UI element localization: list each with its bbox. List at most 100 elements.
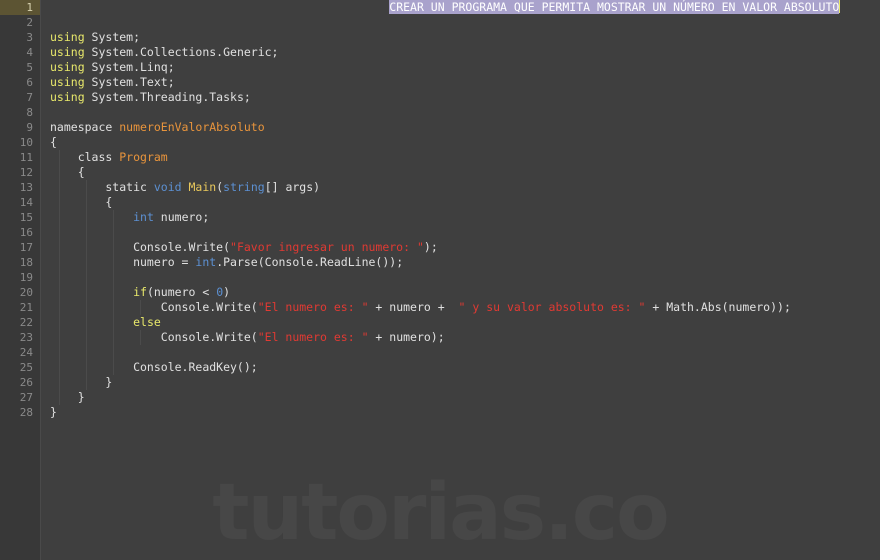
code-line-text: { — [50, 195, 112, 209]
code-line[interactable]: numero = int.Parse(Console.ReadLine()); — [41, 255, 880, 270]
code-token: "El numero es: " — [257, 300, 369, 314]
line-number[interactable]: 3 — [0, 30, 40, 45]
code-token: { — [50, 195, 113, 209]
code-token: System.Collections.Generic; — [84, 45, 279, 59]
code-line[interactable]: using System.Text; — [41, 75, 880, 90]
code-line-text: { — [50, 165, 85, 179]
code-line[interactable]: CREAR UN PROGRAMA QUE PERMITA MOSTRAR UN… — [41, 0, 880, 15]
line-number[interactable]: 17 — [0, 240, 40, 255]
code-line[interactable]: else — [41, 315, 880, 330]
selected-text[interactable]: CREAR UN PROGRAMA QUE PERMITA MOSTRAR UN… — [389, 0, 840, 14]
code-line[interactable]: } — [41, 390, 880, 405]
code-line[interactable] — [41, 15, 880, 30]
line-number[interactable]: 19 — [0, 270, 40, 285]
code-token: + Math.Abs(numero)); — [645, 300, 791, 314]
code-token: Program — [119, 150, 168, 164]
indent-guide — [86, 225, 87, 240]
indent-guide — [113, 270, 114, 285]
code-token: else — [133, 315, 161, 329]
line-number[interactable]: 11 — [0, 150, 40, 165]
code-line[interactable]: static void Main(string[] args) — [41, 180, 880, 195]
line-number[interactable]: 15 — [0, 210, 40, 225]
line-number[interactable]: 8 — [0, 105, 40, 120]
code-line[interactable]: { — [41, 195, 880, 210]
code-token: numeroEnValorAbsoluto — [119, 120, 265, 134]
code-token: if — [133, 285, 147, 299]
code-line[interactable]: Console.Write("El numero es: " + numero)… — [41, 330, 880, 345]
line-number[interactable]: 9 — [0, 120, 40, 135]
code-line-text: { — [50, 135, 57, 149]
line-number[interactable]: 25 — [0, 360, 40, 375]
indent-guide — [113, 225, 114, 240]
code-line[interactable] — [41, 105, 880, 120]
code-line[interactable]: if(numero < 0) — [41, 285, 880, 300]
code-token: static — [50, 180, 154, 194]
line-number[interactable]: 7 — [0, 90, 40, 105]
code-token: class — [50, 150, 120, 164]
code-token: ); — [423, 240, 438, 254]
line-number[interactable]: 27 — [0, 390, 40, 405]
code-line[interactable]: { — [41, 135, 880, 150]
line-number[interactable]: 6 — [0, 75, 40, 90]
line-number[interactable]: 21 — [0, 300, 40, 315]
line-number[interactable]: 28 — [0, 405, 40, 420]
code-token: namespace — [50, 120, 113, 134]
line-number[interactable]: 20 — [0, 285, 40, 300]
code-line[interactable]: using System.Linq; — [41, 60, 880, 75]
code-token: "El numero es: " — [257, 330, 369, 344]
code-token: } — [50, 390, 85, 404]
code-line[interactable]: using System.Threading.Tasks; — [41, 90, 880, 105]
line-number-gutter[interactable]: 1 2 3 4 5 6 7 8 9 10 11 12 13 14 15 16 17 18 19 20 21 22 23 24 2… — [0, 0, 41, 560]
code-line-text: else — [50, 315, 161, 329]
line-number[interactable]: 16 — [0, 225, 40, 240]
code-content-area[interactable]: CREAR UN PROGRAMA QUE PERMITA MOSTRAR UN… — [41, 0, 880, 560]
line-number[interactable]: 23 — [0, 330, 40, 345]
code-token: + numero); — [368, 330, 445, 344]
code-token: numero; — [153, 210, 210, 224]
code-line[interactable]: Console.Write("El numero es: " + numero … — [41, 300, 880, 315]
code-line-text: using System.Collections.Generic; — [50, 45, 279, 59]
code-line[interactable]: Console.ReadKey(); — [41, 360, 880, 375]
line-number[interactable]: 2 — [0, 15, 40, 30]
line-number[interactable]: 12 — [0, 165, 40, 180]
code-line-text: using System.Linq; — [50, 60, 175, 74]
code-line[interactable] — [41, 345, 880, 360]
line-number[interactable]: 4 — [0, 45, 40, 60]
line-number[interactable]: 14 — [0, 195, 40, 210]
code-token: Console.ReadKey(); — [50, 360, 258, 374]
line-number[interactable]: 26 — [0, 375, 40, 390]
code-token: numero = — [50, 255, 196, 269]
code-token: .Parse(Console.ReadLine()); — [216, 255, 404, 269]
code-token: System.Linq; — [84, 60, 175, 74]
code-line[interactable]: int numero; — [41, 210, 880, 225]
line-number[interactable]: 22 — [0, 315, 40, 330]
code-line-text: Console.Write("Favor ingresar un numero:… — [50, 240, 438, 254]
code-line[interactable]: using System; — [41, 30, 880, 45]
code-line[interactable]: } — [41, 405, 880, 420]
code-line[interactable]: using System.Collections.Generic; — [41, 45, 880, 60]
code-line[interactable]: namespace numeroEnValorAbsoluto — [41, 120, 880, 135]
code-line[interactable]: } — [41, 375, 880, 390]
code-line[interactable] — [41, 225, 880, 240]
code-token: using — [50, 45, 85, 59]
code-editor[interactable]: tutorias.co 1 2 3 4 5 6 7 8 9 10 11 12 13 14 15 16 17 18 1… — [0, 0, 880, 560]
line-number[interactable]: 18 — [0, 255, 40, 270]
code-token: [] args) — [264, 180, 321, 194]
code-line[interactable]: class Program — [41, 150, 880, 165]
code-token: + numero + — [368, 300, 452, 314]
line-number[interactable]: 10 — [0, 135, 40, 150]
code-line-text: } — [50, 390, 85, 404]
code-line[interactable]: { — [41, 165, 880, 180]
line-number[interactable]: 5 — [0, 60, 40, 75]
code-line[interactable]: Console.Write("Favor ingresar un numero:… — [41, 240, 880, 255]
indent-guide — [59, 270, 60, 285]
line-number[interactable]: 24 — [0, 345, 40, 360]
code-line[interactable] — [41, 270, 880, 285]
line-number[interactable]: 1 — [0, 0, 40, 15]
code-token: Console.Write( — [50, 240, 231, 254]
indent-guide — [86, 345, 87, 360]
code-token: System.Threading.Tasks; — [84, 90, 251, 104]
code-line-text: using System; — [50, 30, 140, 44]
line-number[interactable]: 13 — [0, 180, 40, 195]
